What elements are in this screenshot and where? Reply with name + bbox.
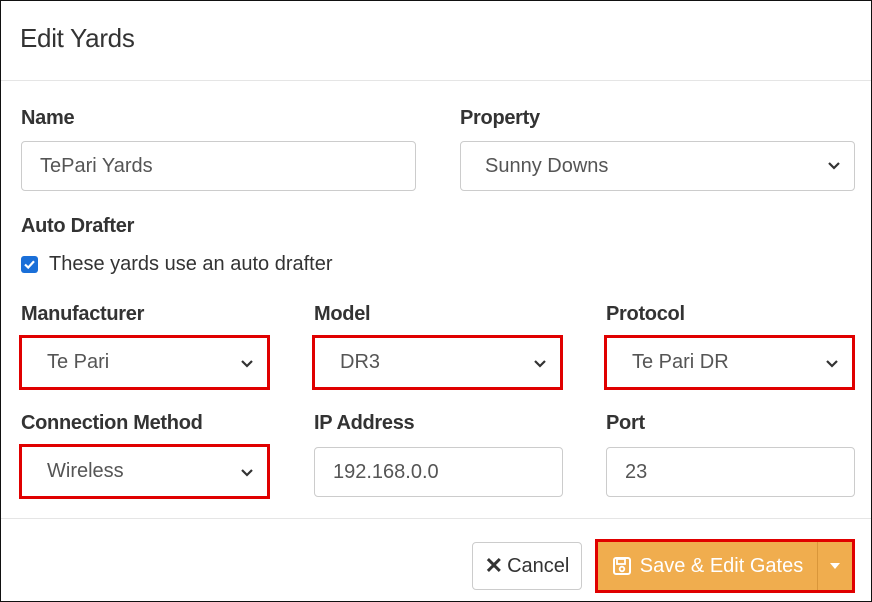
chevron-down-icon bbox=[826, 360, 838, 368]
model-select[interactable]: DR3 bbox=[312, 335, 563, 390]
port-input[interactable] bbox=[606, 447, 855, 497]
port-label: Port bbox=[606, 412, 645, 434]
property-select-value: Sunny Downs bbox=[485, 154, 609, 177]
property-select[interactable]: Sunny Downs bbox=[460, 141, 855, 191]
footer-divider bbox=[1, 518, 871, 519]
manufacturer-select[interactable]: Te Pari bbox=[19, 335, 270, 390]
model-select-value: DR3 bbox=[340, 351, 381, 373]
ip-address-label: IP Address bbox=[314, 412, 415, 434]
save-edit-gates-button[interactable]: Save & Edit Gates bbox=[598, 542, 818, 590]
name-label: Name bbox=[21, 107, 75, 129]
property-label: Property bbox=[460, 107, 540, 129]
edit-yards-modal: Edit Yards Name Property Sunny Downs Aut… bbox=[0, 0, 872, 602]
save-dropdown-toggle[interactable] bbox=[818, 542, 852, 590]
checkmark-icon bbox=[24, 260, 35, 270]
cancel-button-label: Cancel bbox=[507, 554, 570, 577]
chevron-down-icon bbox=[241, 469, 253, 477]
protocol-select[interactable]: Te Pari DR bbox=[604, 335, 855, 390]
close-icon: ✕ bbox=[484, 553, 504, 578]
model-label: Model bbox=[314, 303, 371, 325]
chevron-down-icon bbox=[828, 162, 840, 170]
connection-method-label: Connection Method bbox=[21, 412, 203, 434]
chevron-down-icon bbox=[534, 360, 546, 368]
ip-address-input[interactable] bbox=[314, 447, 563, 497]
floppy-disk-icon bbox=[612, 557, 631, 575]
save-button-label: Save & Edit Gates bbox=[639, 554, 804, 577]
manufacturer-select-value: Te Pari bbox=[47, 351, 110, 373]
auto-drafter-label: Auto Drafter bbox=[21, 215, 135, 237]
cancel-button[interactable]: ✕ Cancel bbox=[472, 542, 582, 590]
manufacturer-label: Manufacturer bbox=[21, 303, 145, 325]
caret-down-icon bbox=[830, 563, 840, 569]
protocol-label: Protocol bbox=[606, 303, 685, 325]
chevron-down-icon bbox=[241, 360, 253, 368]
modal-title: Edit Yards bbox=[20, 23, 135, 53]
auto-drafter-checkbox-label: These yards use an auto drafter bbox=[49, 253, 333, 275]
save-button-group: Save & Edit Gates bbox=[595, 539, 855, 593]
auto-drafter-checkbox[interactable] bbox=[21, 256, 38, 273]
connection-method-select[interactable]: Wireless bbox=[19, 444, 270, 499]
protocol-select-value: Te Pari DR bbox=[632, 351, 729, 373]
name-input[interactable] bbox=[21, 141, 416, 191]
auto-drafter-checkbox-row: These yards use an auto drafter bbox=[21, 253, 333, 276]
modal-header: Edit Yards bbox=[1, 1, 871, 81]
connection-method-select-value: Wireless bbox=[47, 460, 124, 482]
